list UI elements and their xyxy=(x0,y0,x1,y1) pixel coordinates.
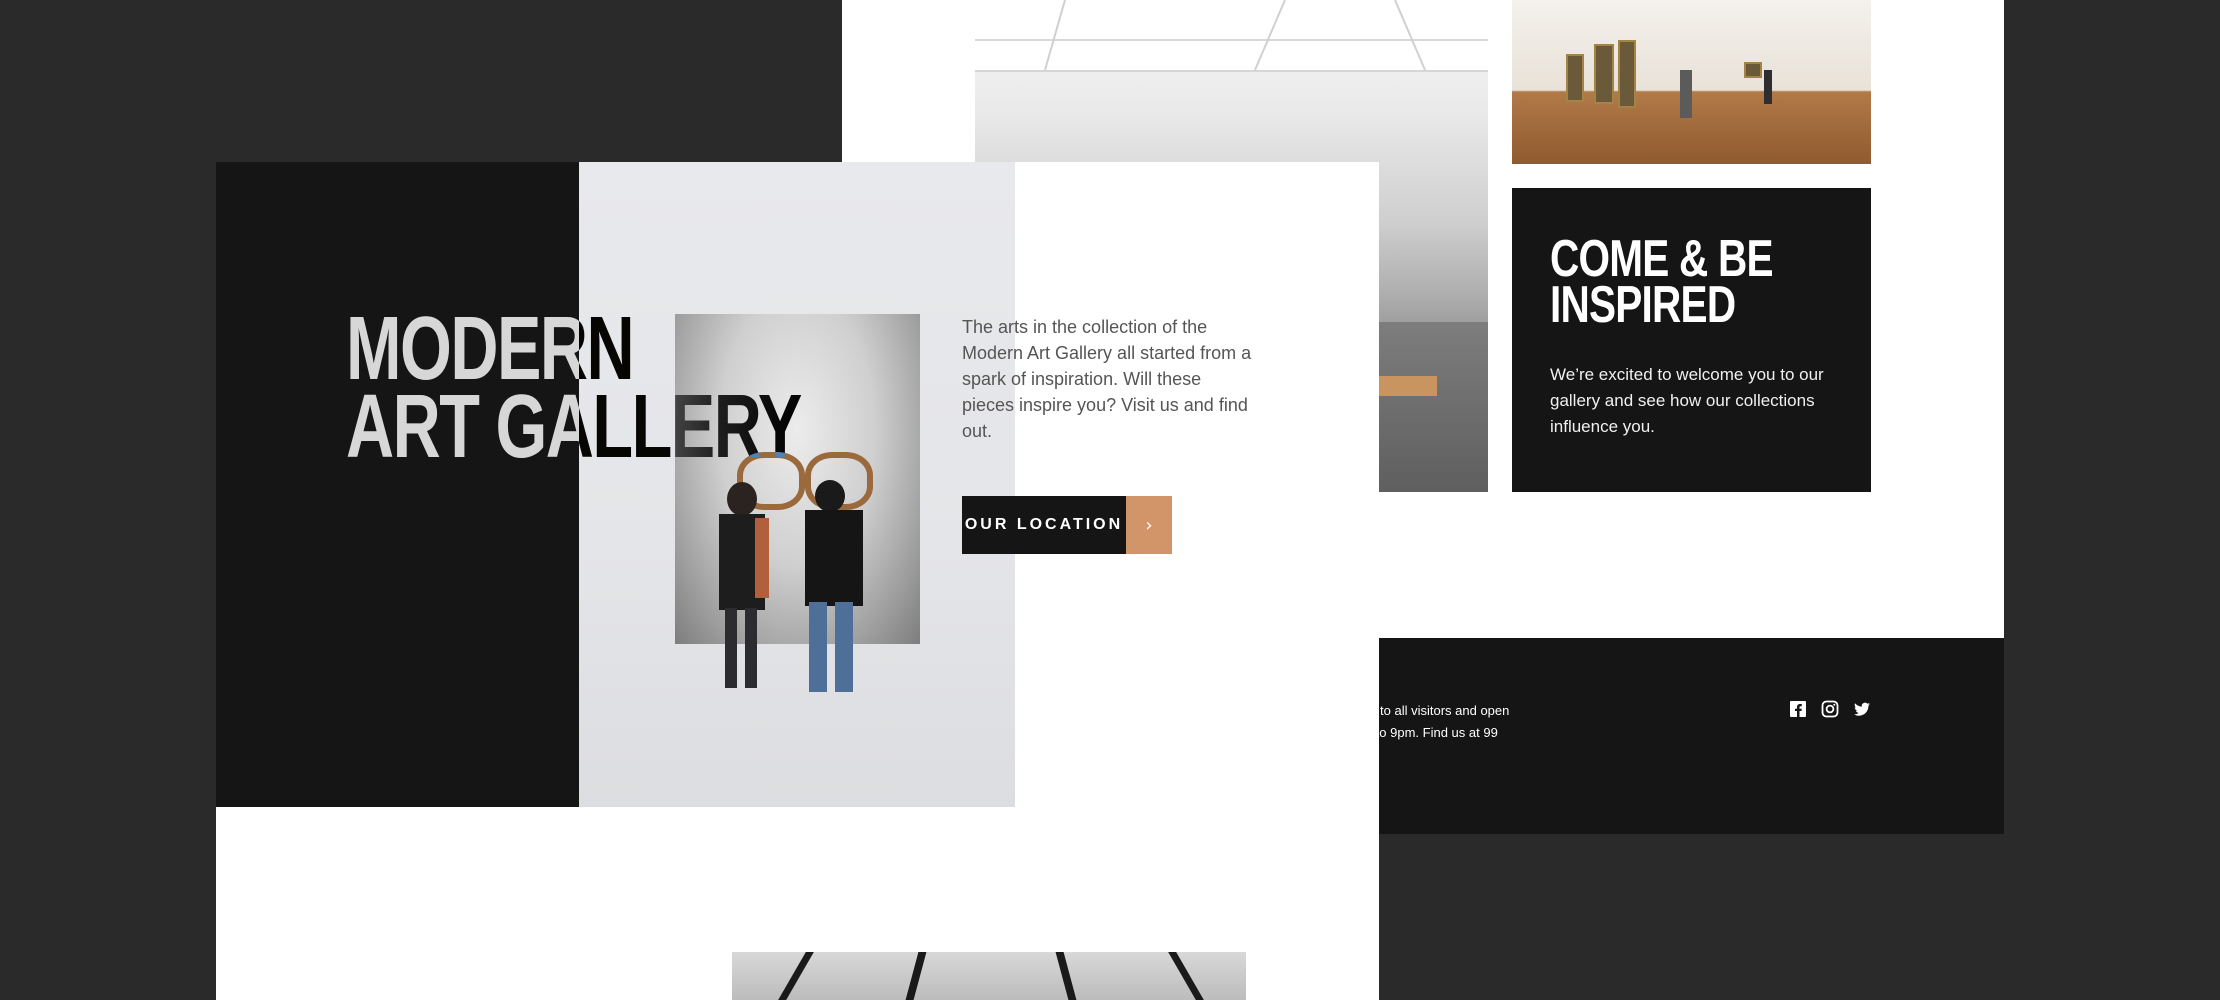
footer-line: am to 9pm. Find us at 99 xyxy=(1354,725,1498,740)
hero-title: MODERN ART GALLERY xyxy=(346,299,802,477)
inspired-title: COME & BE INSPIRED xyxy=(1550,230,1774,334)
hero-dark-panel xyxy=(216,162,579,807)
footer-line: free to all visitors and open xyxy=(1354,703,1510,718)
instagram-icon[interactable] xyxy=(1821,700,1839,718)
hero-photo xyxy=(579,162,1015,807)
twitter-icon[interactable] xyxy=(1853,700,1871,718)
corridor-photo xyxy=(1512,0,1871,164)
hero-paragraph: The arts in the collection of the Modern… xyxy=(962,317,1252,441)
footer-text: free to all visitors and open am to 9pm.… xyxy=(1354,700,1554,766)
footer-line: . xyxy=(1354,744,1554,766)
front-page: MODERN ART GALLERY The arts in the colle… xyxy=(216,162,1379,1000)
facebook-icon[interactable] xyxy=(1789,700,1807,718)
our-location-button[interactable]: OUR LOCATION xyxy=(962,496,1126,554)
inspired-card: COME & BE INSPIRED We’re excited to welc… xyxy=(1512,188,1871,492)
bottom-gallery-photo xyxy=(732,952,1246,1000)
chevron-right-icon[interactable]: › xyxy=(1126,496,1172,554)
inspired-text: We’re excited to welcome you to our gall… xyxy=(1550,365,1824,436)
